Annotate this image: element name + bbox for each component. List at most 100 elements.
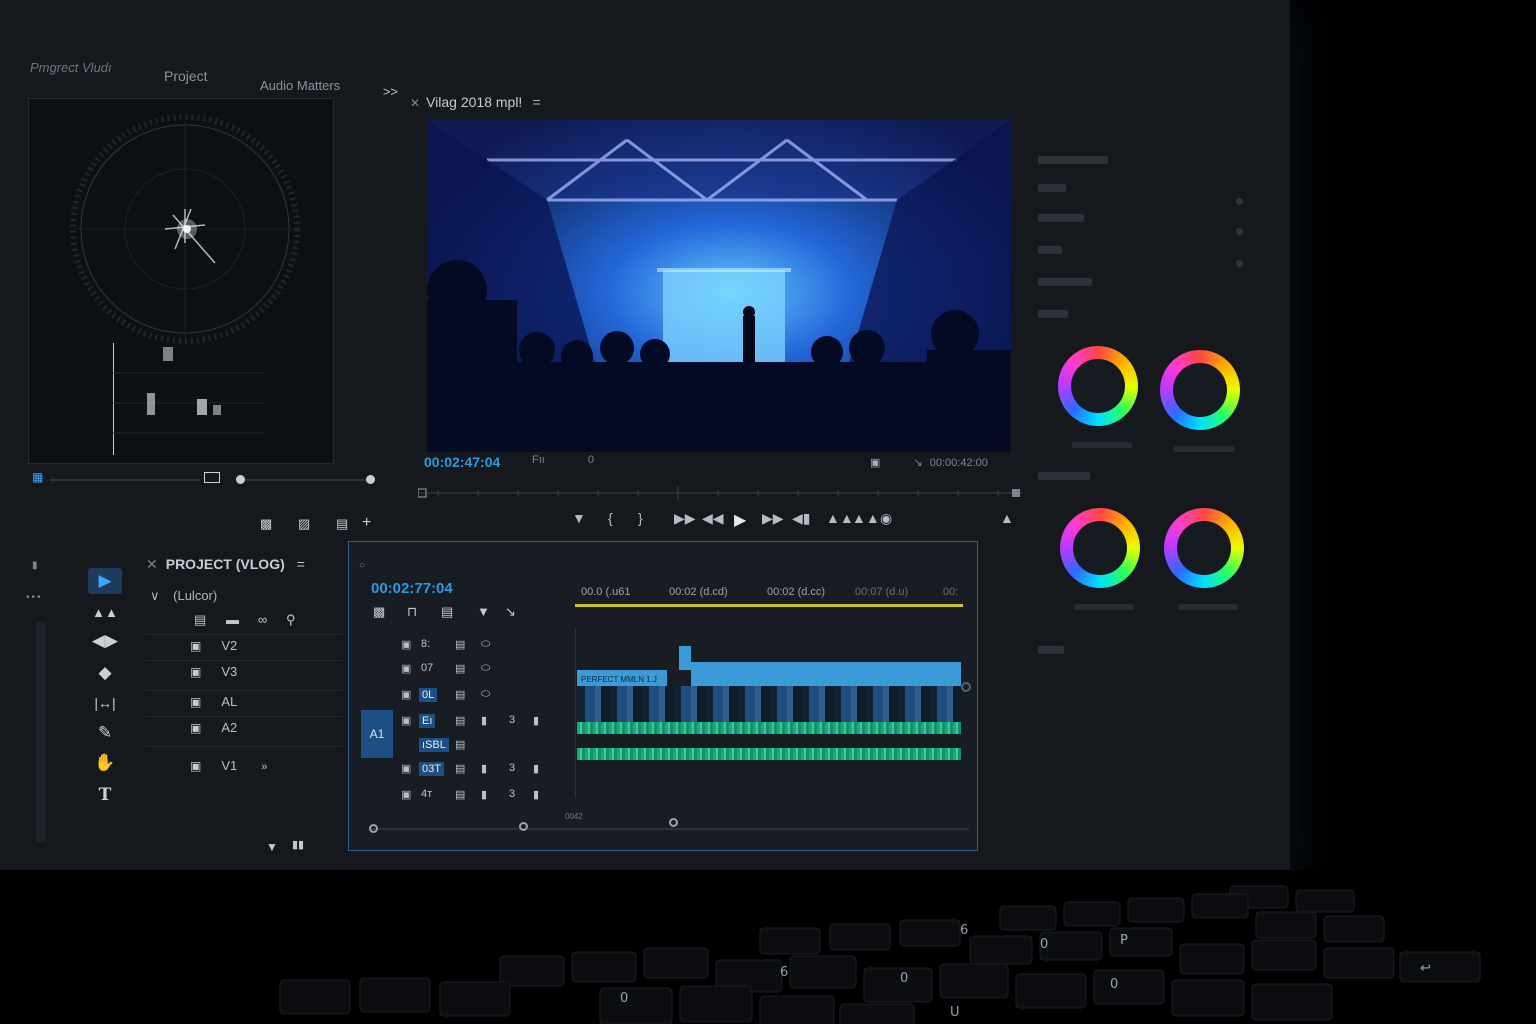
hand-icon[interactable]: ✋ [88, 750, 122, 776]
solo-icon[interactable]: ▤ [455, 738, 465, 751]
midtones-color-wheel[interactable] [1160, 350, 1240, 430]
lock-icon[interactable]: ▣ [190, 695, 201, 709]
toggle-output-icon[interactable]: ▤ [455, 662, 465, 675]
timeline-close-icon[interactable]: ○ [359, 560, 365, 571]
color-toggle[interactable] [1236, 228, 1243, 235]
lock-icon[interactable]: ▣ [401, 762, 411, 775]
button-editor-icon[interactable]: ▲ [1000, 510, 1014, 526]
list-item[interactable]: ▣ A2 [190, 720, 237, 735]
eye-icon[interactable]: ⬭ [481, 662, 490, 675]
project-folder[interactable]: ∨ (Lulcor) [150, 588, 217, 604]
mic-icon[interactable]: ▮ [533, 788, 539, 801]
highlights-color-wheel[interactable] [1060, 508, 1140, 588]
list-item[interactable]: ▣ AL [190, 694, 237, 709]
toggle-output-icon[interactable]: ▤ [455, 788, 465, 801]
program-scrub-ruler[interactable] [418, 486, 1022, 500]
mute-icon[interactable]: ▮ [481, 788, 487, 801]
go-to-out-icon[interactable]: ◀▮ [792, 510, 810, 527]
marker-icon[interactable]: ▼ [572, 510, 586, 526]
fit-dropdown[interactable]: Fıı [532, 454, 545, 466]
list-item[interactable]: ▣ V1 » [190, 758, 267, 773]
tabs-overflow-button[interactable]: >> [383, 84, 398, 99]
timeline-horizontal-scroll[interactable]: 0042 [369, 812, 969, 836]
playhead-handle[interactable] [669, 818, 678, 827]
lock-icon[interactable]: ▣ [190, 639, 201, 653]
track-header-a3[interactable]: ▣ 03T ▤ ▮ 3 ▮ [397, 758, 567, 780]
lock-icon[interactable]: ▣ [401, 788, 411, 801]
track-header-master[interactable]: ▣ 4ᴛ ▤ ▮ 3 ▮ [397, 784, 567, 806]
vertical-scroll-handle[interactable] [961, 682, 971, 692]
mic-icon[interactable]: ▮ [533, 714, 539, 727]
settings-icon[interactable]: ▣ [870, 457, 880, 469]
track-header-a1[interactable]: ▣ Eı ▤ ▮ 3 ▮ [397, 710, 567, 732]
snap-icon[interactable]: ▩ [373, 604, 385, 620]
ripple-edit-icon[interactable]: ◀▶ [88, 628, 122, 654]
selection-tool-icon[interactable]: ▶ [88, 568, 122, 594]
resolution-value[interactable]: 0 [588, 454, 594, 466]
captions-icon[interactable]: ▤ [441, 604, 453, 620]
eye-icon[interactable]: ⬭ [481, 638, 490, 651]
tab-audio-matters[interactable]: Audio Matters [260, 78, 340, 93]
monitor-menu-icon[interactable]: = [532, 94, 540, 110]
scope-zoom-track[interactable] [236, 479, 370, 481]
color-row[interactable] [1038, 214, 1084, 222]
color-toggle[interactable] [1236, 198, 1243, 205]
video-clip[interactable] [691, 662, 961, 686]
track-header-a2[interactable]: ıSBL ▤ [397, 734, 567, 756]
lock-icon[interactable]: ▣ [401, 714, 411, 727]
go-to-in-icon[interactable]: ▶▶ [674, 510, 696, 527]
add-icon[interactable]: + [362, 514, 371, 532]
lock-icon[interactable]: ▣ [401, 638, 411, 651]
zoom-end-handle[interactable] [519, 822, 528, 831]
offset-color-wheel[interactable] [1164, 508, 1244, 588]
type-icon[interactable]: T [88, 782, 122, 808]
sort-down-icon[interactable]: ▼ [266, 840, 278, 854]
scope-zoom-knob[interactable] [236, 475, 245, 484]
slip-icon[interactable]: |↔| [88, 690, 122, 716]
lock-icon[interactable]: ▣ [190, 721, 201, 735]
extract-icon[interactable]: ▲▲ [852, 510, 880, 526]
timeline-timecode[interactable]: 00:02:77:04 [371, 580, 453, 597]
toggle-output-icon[interactable]: ▤ [455, 688, 465, 701]
color-section-header[interactable] [1038, 156, 1108, 164]
link-icon[interactable]: ∞ [258, 612, 267, 627]
lock-icon[interactable]: ▣ [401, 662, 411, 675]
scope-export-icon[interactable]: ▤ [336, 516, 348, 532]
tab-project[interactable]: Project [164, 68, 208, 84]
source-patch-a1[interactable]: A1 [361, 710, 393, 758]
mute-icon[interactable]: ▮ [481, 762, 487, 775]
toggle-output-icon[interactable]: ▤ [455, 638, 465, 651]
bin-icon[interactable]: ▤ [194, 612, 206, 628]
play-icon[interactable]: ▶ [734, 510, 746, 530]
lock-icon[interactable]: ▣ [190, 759, 201, 773]
color-row[interactable] [1038, 646, 1064, 654]
shadows-color-wheel[interactable] [1058, 346, 1138, 426]
razor-icon[interactable]: ◆ [88, 660, 122, 686]
scope-settings-icon[interactable]: ▦ [32, 470, 43, 484]
scope-brightness-track[interactable] [50, 479, 200, 481]
step-forward-icon[interactable]: ▶▶ [762, 510, 784, 527]
mute-icon[interactable]: ▮ [481, 714, 487, 727]
meter-menu-icon[interactable]: ••• [26, 592, 43, 603]
wrench-icon[interactable]: ↘ [505, 604, 516, 620]
toggle-output-icon[interactable]: ▤ [455, 714, 465, 727]
wrench-icon[interactable]: ↘ [913, 457, 922, 469]
program-timecode[interactable]: 00:02:47:04 [424, 454, 500, 470]
pen-icon[interactable]: ✎ [88, 720, 122, 746]
zoom-start-handle[interactable] [369, 824, 378, 833]
meter-icon[interactable]: ▮ [32, 560, 38, 571]
add-marker-icon[interactable]: ▼ [477, 604, 490, 619]
mark-out-icon[interactable]: } [638, 510, 643, 526]
close-icon[interactable]: ✕ [410, 96, 420, 110]
project-menu-icon[interactable]: = [297, 556, 305, 572]
color-row[interactable] [1038, 184, 1066, 192]
scope-insert-icon[interactable]: ▩ [260, 516, 272, 532]
chevron-down-icon[interactable]: ∨ [150, 588, 160, 603]
list-item[interactable]: ▣ V2 [190, 638, 237, 653]
mark-in-icon[interactable]: { [608, 510, 613, 526]
close-icon[interactable]: ✕ [146, 556, 158, 572]
color-row[interactable] [1038, 472, 1090, 480]
toggle-output-icon[interactable]: ▤ [455, 762, 465, 775]
work-area-bar[interactable] [575, 604, 963, 607]
lift-icon[interactable]: ▲▲ [826, 510, 854, 526]
